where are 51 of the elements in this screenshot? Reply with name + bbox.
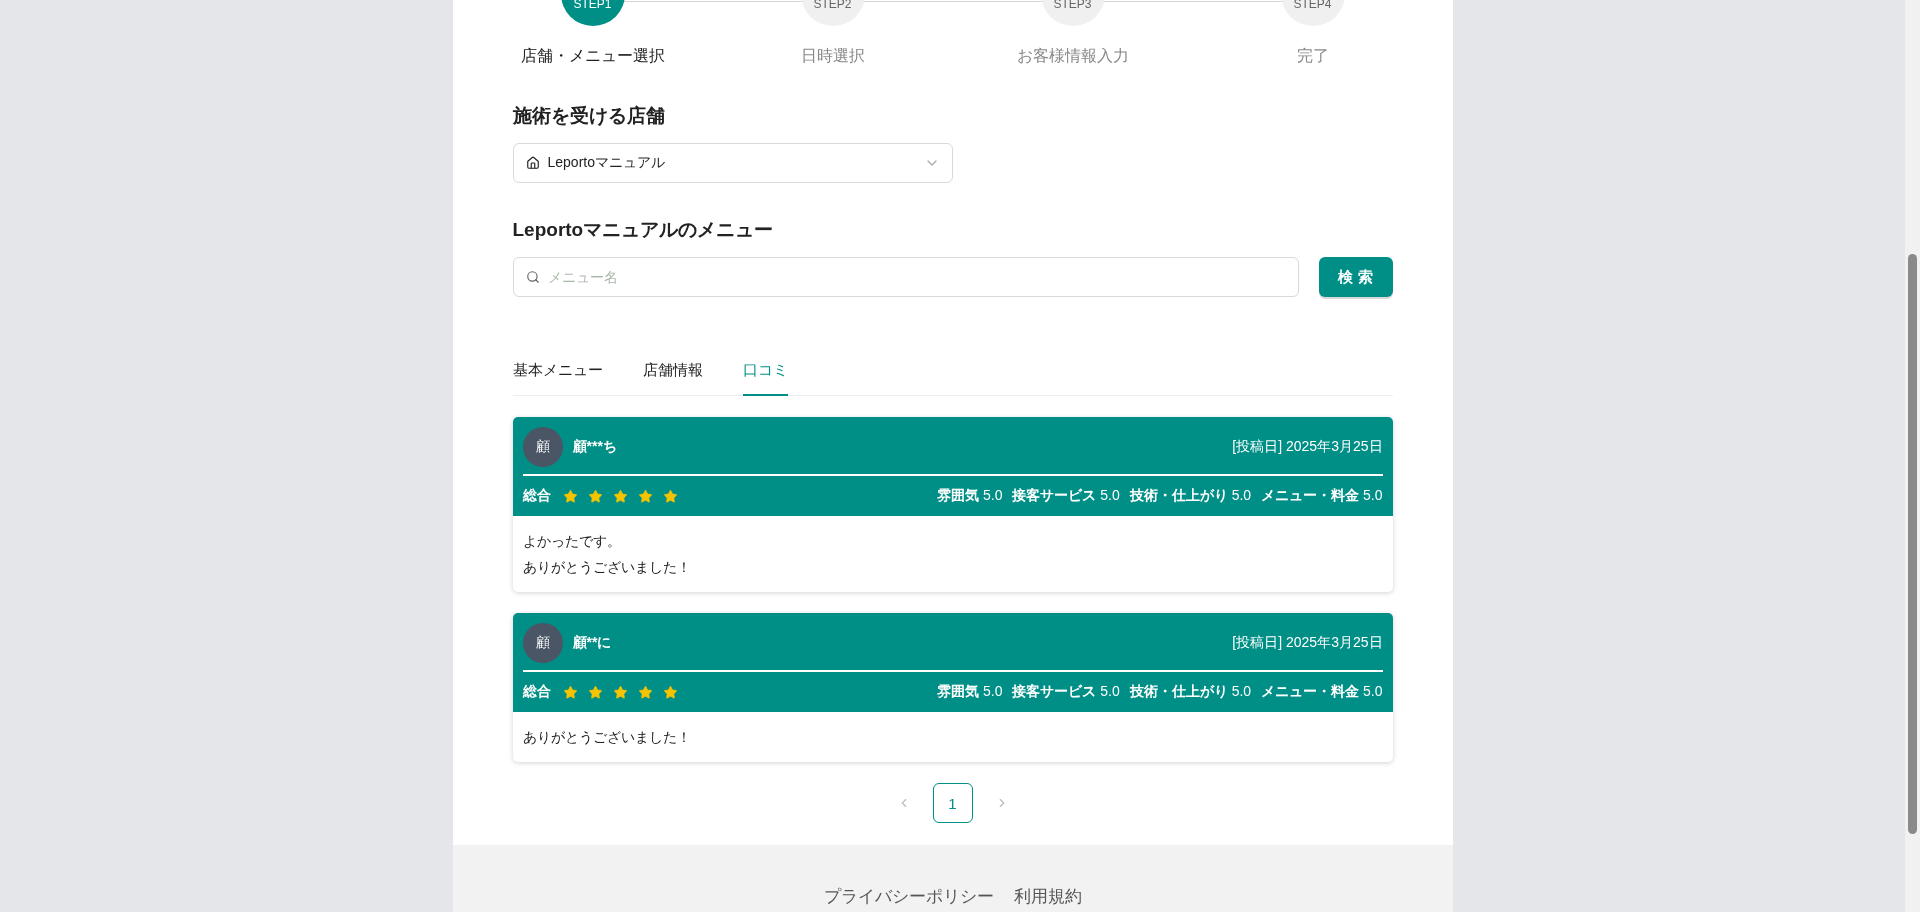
post-date: [投稿日] 2025年3月25日 (1232, 438, 1383, 456)
review-text: よかったです。 (522, 532, 622, 551)
tab[interactable]: 口コミ (742, 361, 788, 396)
rating-score: 技術・仕上がり 5.0 (1129, 683, 1252, 701)
rating-score: メニュー・料金 5.0 (1261, 487, 1383, 505)
reviewer-name: 顧**に (572, 634, 613, 652)
footer-link[interactable]: プライバシーポリシー (823, 885, 994, 908)
store-select[interactable]: Leportoマニュアル (512, 143, 953, 183)
review-text: ありがとうございました！ (522, 728, 692, 747)
star-icon (662, 488, 678, 504)
rating-score: 技術・仕上がり 5.0 (1129, 487, 1252, 505)
step-badge: STEP4 (1280, 0, 1345, 26)
step-badge: STEP3 (1040, 0, 1105, 26)
rating-score: 接客サービス 5.0 (1012, 487, 1120, 505)
search-field[interactable]: メニュー名 (512, 257, 1299, 297)
star-icon (637, 488, 653, 504)
tab[interactable]: 基本メニュー (512, 361, 603, 396)
step-label: 完了 (1296, 46, 1329, 66)
footer-link[interactable]: 利用規約 (1013, 885, 1082, 908)
star-icon (562, 684, 578, 700)
review-text: ありがとうございました！ (522, 558, 692, 577)
home-icon (525, 156, 540, 170)
post-date: [投稿日] 2025年3月25日 (1232, 634, 1383, 652)
step-label: 店舗・メニュー選択 (520, 46, 665, 66)
rating-score: メニュー・料金 5.0 (1261, 683, 1383, 701)
section-heading: Leportoマニュアルのメニュー (512, 218, 775, 242)
section-heading: 施術を受ける店舗 (512, 104, 666, 128)
step-badge: STEP2 (800, 0, 865, 26)
reviewer-name: 顧***ち (572, 438, 618, 456)
rating-score: 接客サービス 5.0 (1012, 683, 1120, 701)
star-icon (612, 684, 628, 700)
step-badge: STEP1 (560, 0, 625, 26)
overall-label: 総合 (522, 487, 551, 505)
rating-score: 雰囲気 5.0 (937, 487, 1003, 505)
search-button[interactable]: 検 索 (1318, 257, 1393, 297)
search-icon (525, 270, 540, 284)
step-label: 日時選択 (800, 46, 865, 66)
tab[interactable]: 店舗情報 (642, 361, 703, 396)
rating-score: 雰囲気 5.0 (937, 683, 1003, 701)
scrollbar[interactable] (1905, 0, 1920, 912)
overall-label: 総合 (522, 683, 551, 701)
step-label: お客様情報入力 (1016, 46, 1129, 66)
star-icon (637, 684, 653, 700)
page-button[interactable]: 1 (932, 783, 973, 823)
star-icon (587, 488, 603, 504)
avatar: 顧 (522, 427, 563, 467)
star-icon (587, 684, 603, 700)
avatar: 顧 (522, 623, 563, 663)
star-icon (662, 684, 678, 700)
star-icon (562, 488, 578, 504)
star-icon (612, 488, 628, 504)
